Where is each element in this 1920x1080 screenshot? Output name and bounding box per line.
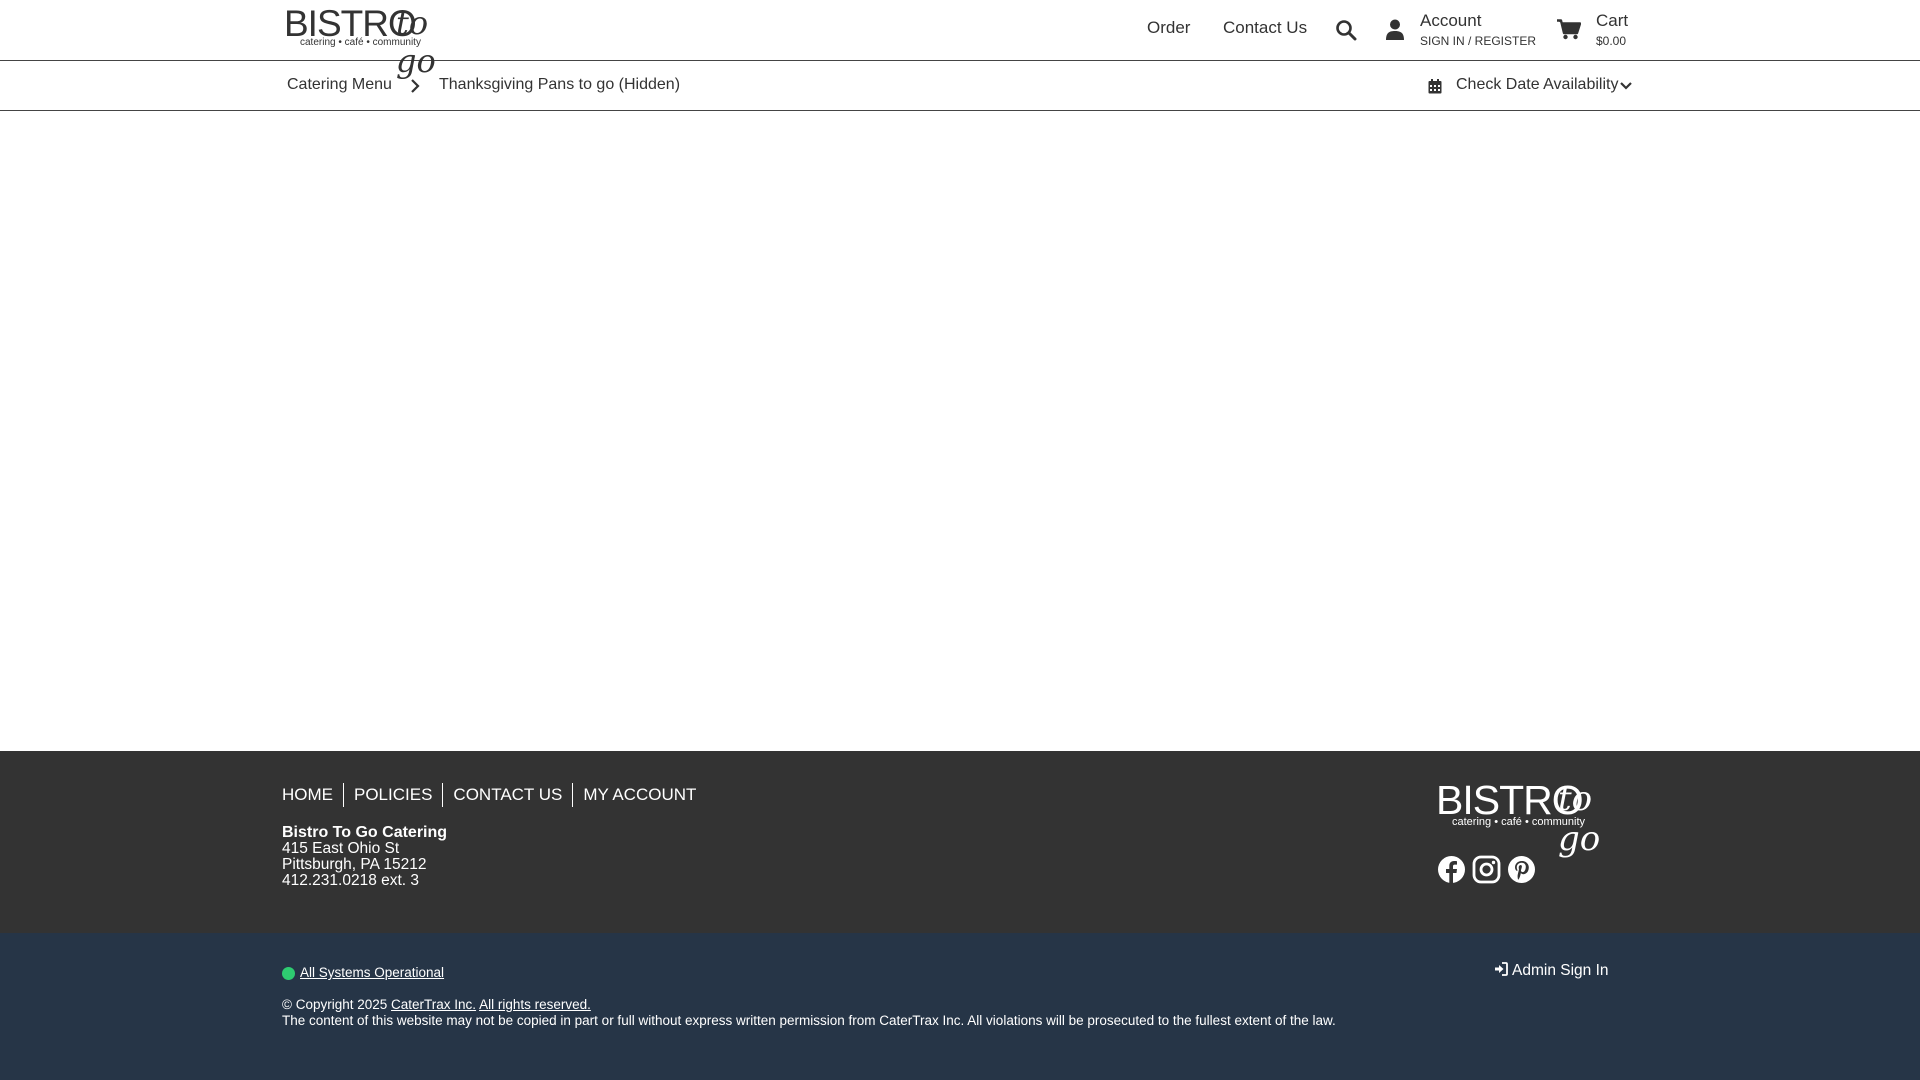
footer-logo: BISTRO to go catering • café • community	[1436, 779, 1642, 859]
check-date-availability[interactable]: Check Date Availability	[1456, 76, 1618, 94]
calendar-icon	[1428, 79, 1442, 94]
cart-link[interactable]: Cart	[1596, 11, 1628, 31]
site-header: BISTRO to go catering • café • community…	[0, 0, 1920, 81]
cart-icon[interactable]	[1557, 19, 1581, 40]
breadcrumb-catering-menu[interactable]: Catering Menu	[287, 76, 392, 94]
chevron-right-icon	[411, 79, 420, 93]
admin-sign-in-label: Admin Sign In	[1512, 962, 1609, 979]
nav-contact-us[interactable]: Contact Us	[1223, 18, 1307, 38]
copyright: © Copyright 2025 CaterTrax Inc. All righ…	[282, 997, 591, 1012]
legal-notice: The content of this website may not be c…	[282, 1013, 1336, 1028]
site-logo[interactable]: BISTRO to go catering • café • community	[284, 4, 468, 81]
footer-link-contact-us[interactable]: CONTACT US	[442, 783, 572, 807]
account-link[interactable]: Account	[1420, 11, 1481, 31]
breadcrumb: Catering Menu Thanksgiving Pans to go (H…	[0, 61, 1920, 111]
footer-logo-tagline: catering • café • community	[1452, 816, 1586, 828]
nav-order[interactable]: Order	[1147, 18, 1190, 38]
system-status-link[interactable]: All Systems Operational	[300, 965, 444, 980]
search-icon[interactable]	[1335, 19, 1357, 41]
cart-total: $0.00	[1596, 34, 1627, 48]
instagram-icon[interactable]	[1472, 855, 1501, 884]
sign-in-icon	[1495, 962, 1508, 976]
pinterest-icon[interactable]	[1507, 855, 1536, 884]
chevron-down-icon[interactable]	[1619, 81, 1633, 91]
footer-link-home[interactable]: HOME	[282, 783, 343, 807]
logo-tagline: catering • café • community	[300, 37, 421, 48]
footer-nav: HOME POLICIES CONTACT US MY ACCOUNT	[282, 783, 706, 807]
account-sign-in-register[interactable]: SIGN IN / REGISTER	[1420, 34, 1536, 48]
footer-link-my-account[interactable]: MY ACCOUNT	[572, 783, 706, 807]
status-indicator-dot	[282, 967, 295, 980]
catertrax-link[interactable]: CaterTrax Inc.	[391, 997, 476, 1012]
sub-footer: All Systems Operational Admin Sign In © …	[0, 933, 1920, 1080]
site-footer: HOME POLICIES CONTACT US MY ACCOUNT Bist…	[0, 751, 1920, 933]
rights-reserved-link[interactable]: All rights reserved.	[479, 997, 591, 1012]
admin-sign-in-link[interactable]: Admin Sign In	[1494, 962, 1609, 980]
business-phone: 412.231.0218 ext. 3	[282, 872, 420, 889]
copyright-prefix: © Copyright 2025	[282, 997, 388, 1012]
user-icon[interactable]	[1386, 19, 1404, 40]
breadcrumb-current-page: Thanksgiving Pans to go (Hidden)	[439, 76, 681, 93]
footer-link-policies[interactable]: POLICIES	[343, 783, 442, 807]
facebook-icon[interactable]	[1437, 855, 1466, 884]
